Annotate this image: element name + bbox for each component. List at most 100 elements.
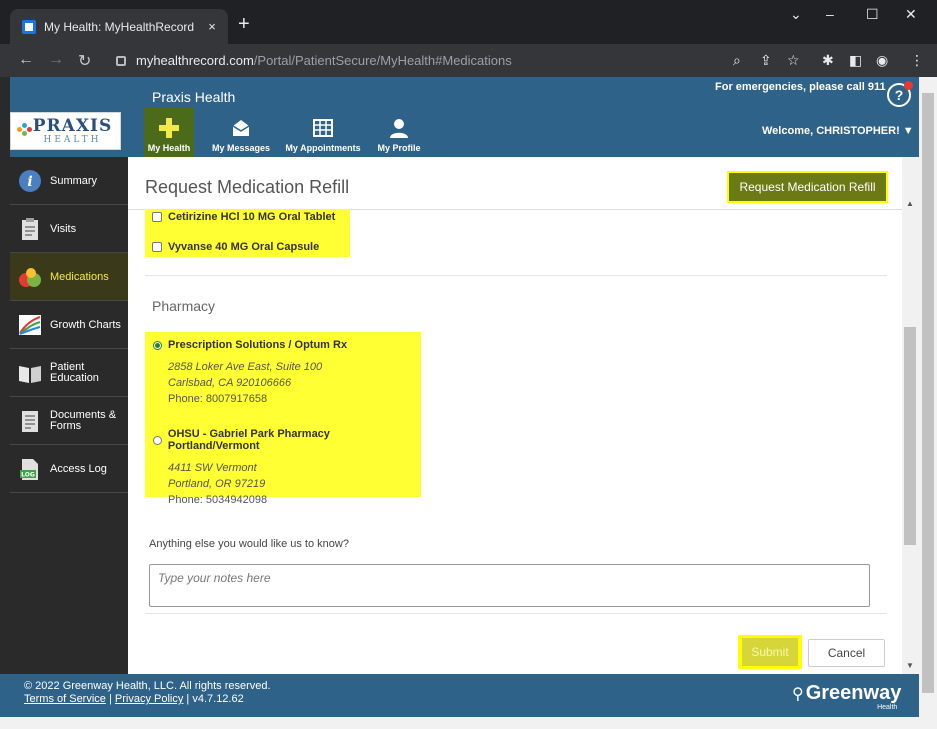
- extensions-icon[interactable]: ✱: [822, 52, 834, 69]
- book-icon: [18, 361, 42, 385]
- sidebar-item-visits[interactable]: Visits: [10, 205, 128, 253]
- pharmacy-heading: Pharmacy: [152, 298, 216, 314]
- sidebar-item-growth-charts[interactable]: Growth Charts: [10, 301, 128, 349]
- scroll-up-icon[interactable]: ▲: [906, 199, 914, 208]
- pharmacy-name: Prescription Solutions / Optum Rx: [168, 339, 348, 351]
- sidebar-item-label: Patient Education: [50, 360, 99, 384]
- tab-close-icon[interactable]: ×: [204, 19, 220, 34]
- pharmacy-option[interactable]: Prescription Solutions / Optum Rx 2858 L…: [153, 339, 347, 407]
- page-favicon-icon: [22, 19, 36, 34]
- pharmacy-option[interactable]: OHSU - Gabriel Park Pharmacy Portland/Ve…: [153, 428, 421, 508]
- lock-icon: [116, 55, 126, 66]
- medication-name: Vyvanse 40 MG Oral Capsule: [168, 241, 320, 253]
- sidebar-item-label: Growth Charts: [50, 318, 121, 331]
- scrollbar-thumb[interactable]: [904, 327, 916, 545]
- sidebar-item-label: Visits: [50, 222, 77, 235]
- medication-checkbox[interactable]: [152, 242, 162, 252]
- growth-chart-icon: [18, 313, 42, 337]
- zoom-icon[interactable]: ⌕: [733, 52, 741, 69]
- nav-my-profile[interactable]: My Profile: [374, 107, 424, 157]
- nav-label: My Profile: [377, 143, 421, 153]
- practice-name: Praxis Health: [152, 89, 236, 105]
- nav-my-appointments[interactable]: My Appointments: [283, 107, 363, 157]
- url-domain: myhealthrecord.com: [136, 53, 254, 68]
- greenway-logo: ⚲ Greenway Health: [792, 682, 902, 711]
- back-arrow-icon[interactable]: ←: [18, 51, 34, 69]
- notes-label: Anything else you would like us to know?: [149, 538, 349, 550]
- praxis-logo[interactable]: PRAXIS HEALTH: [10, 112, 121, 150]
- version-text: | v4.7.12.62: [183, 693, 244, 705]
- document-icon: [18, 409, 42, 433]
- greenway-mark-icon: ⚲: [792, 686, 804, 703]
- page-scrollbar[interactable]: [919, 77, 937, 717]
- cancel-button[interactable]: Cancel: [808, 639, 885, 667]
- pharmacy-radio[interactable]: [153, 435, 162, 445]
- medication-option[interactable]: Vyvanse 40 MG Oral Capsule: [152, 241, 319, 253]
- logo-text: PRAXIS: [32, 115, 113, 136]
- content-scrollbar[interactable]: ▲ ▼: [902, 157, 919, 674]
- address-bar[interactable]: myhealthrecord.com /Portal/PatientSecure…: [104, 48, 714, 73]
- bookmark-star-icon[interactable]: ☆: [787, 52, 800, 69]
- copyright-text: © 2022 Greenway Health, LLC. All rights …: [24, 680, 271, 692]
- plus-icon: [158, 117, 180, 139]
- privacy-link[interactable]: Privacy Policy: [115, 693, 183, 705]
- sidebar-item-access-log[interactable]: LOG Access Log: [10, 445, 128, 493]
- window-close-icon[interactable]: ✕: [905, 6, 917, 23]
- nav-my-health[interactable]: My Health: [144, 107, 194, 157]
- forward-arrow-icon[interactable]: →: [48, 51, 64, 69]
- browser-tab[interactable]: My Health: MyHealthRecord ×: [10, 9, 228, 44]
- pharmacy-phone: Phone: 8007917658: [168, 393, 268, 405]
- sidebar-item-medications[interactable]: Medications: [10, 253, 128, 301]
- medication-option[interactable]: Cetirizine HCl 10 MG Oral Tablet: [152, 211, 335, 223]
- welcome-user-menu[interactable]: Welcome, CHRISTOPHER! ▼: [762, 125, 914, 137]
- medication-checkbox[interactable]: [152, 212, 162, 222]
- request-refill-button[interactable]: Request Medication Refill: [729, 173, 886, 201]
- tab-search-chevron-icon[interactable]: ⌄: [790, 6, 802, 23]
- maximize-icon[interactable]: ☐: [866, 6, 879, 23]
- submit-button[interactable]: Submit: [742, 638, 798, 666]
- new-tab-icon[interactable]: +: [238, 13, 250, 35]
- pharmacy-radio[interactable]: [153, 340, 162, 350]
- divider: [145, 275, 887, 276]
- pharmacy-list: Prescription Solutions / Optum Rx 2858 L…: [145, 332, 421, 506]
- info-icon: i: [18, 169, 42, 193]
- nav-label: My Health: [147, 143, 191, 153]
- scroll-down-icon[interactable]: ▼: [906, 661, 914, 670]
- log-file-icon: LOG: [18, 457, 42, 481]
- nav-my-messages[interactable]: My Messages: [209, 107, 273, 157]
- pharmacy-address-line2: Portland, OR 97219: [168, 478, 266, 490]
- share-icon[interactable]: ⇪: [760, 52, 772, 69]
- reload-icon[interactable]: ↻: [78, 51, 91, 71]
- browser-toolbar: ← → ↻ myhealthrecord.com /Portal/Patient…: [0, 44, 937, 77]
- profile-avatar-icon[interactable]: ◉: [876, 52, 888, 69]
- svg-text:i: i: [27, 174, 32, 190]
- help-icon[interactable]: ?: [887, 81, 913, 107]
- horizontal-scrollbar[interactable]: [0, 717, 937, 729]
- messages-icon: [230, 117, 252, 139]
- sidebar-item-label: Access Log: [50, 462, 107, 475]
- sidebar-item-label: Summary: [50, 174, 98, 187]
- greenway-sub: Health: [877, 704, 898, 711]
- left-edge: [0, 77, 10, 674]
- pharmacy-name: OHSU - Gabriel Park Pharmacy Portland/Ve…: [167, 428, 330, 452]
- pharmacy-phone: Phone: 5034942098: [168, 494, 268, 506]
- side-panel-icon[interactable]: ◧: [849, 52, 862, 69]
- notes-textarea[interactable]: Type your notes here: [149, 564, 870, 607]
- page-scrollbar-thumb[interactable]: [922, 93, 934, 693]
- browser-menu-icon[interactable]: ⋮: [910, 52, 924, 69]
- url-path: /Portal/PatientSecure/MyHealth#Medicatio…: [253, 53, 512, 68]
- sidebar: i Summary Visits Medications Growth Char…: [10, 157, 128, 674]
- terms-link[interactable]: Terms of Service: [24, 693, 106, 705]
- sidebar-item-patient-education[interactable]: Patient Education: [10, 349, 128, 397]
- sidebar-item-summary[interactable]: i Summary: [10, 157, 128, 205]
- medication-name: Cetirizine HCl 10 MG Oral Tablet: [168, 211, 336, 223]
- submit-button-highlight: Submit: [738, 635, 802, 669]
- notification-dot: [904, 81, 913, 90]
- pharmacy-address-line2: Carlsbad, CA 920106666: [168, 377, 292, 389]
- sidebar-item-label: Medications: [50, 270, 109, 283]
- sidebar-item-documents-forms[interactable]: Documents & Forms: [10, 397, 128, 445]
- pharmacy-address-line1: 4411 SW Vermont: [168, 462, 257, 474]
- svg-text:LOG: LOG: [21, 471, 35, 478]
- minimize-icon[interactable]: –: [826, 6, 834, 22]
- app-footer: © 2022 Greenway Health, LLC. All rights …: [0, 674, 919, 717]
